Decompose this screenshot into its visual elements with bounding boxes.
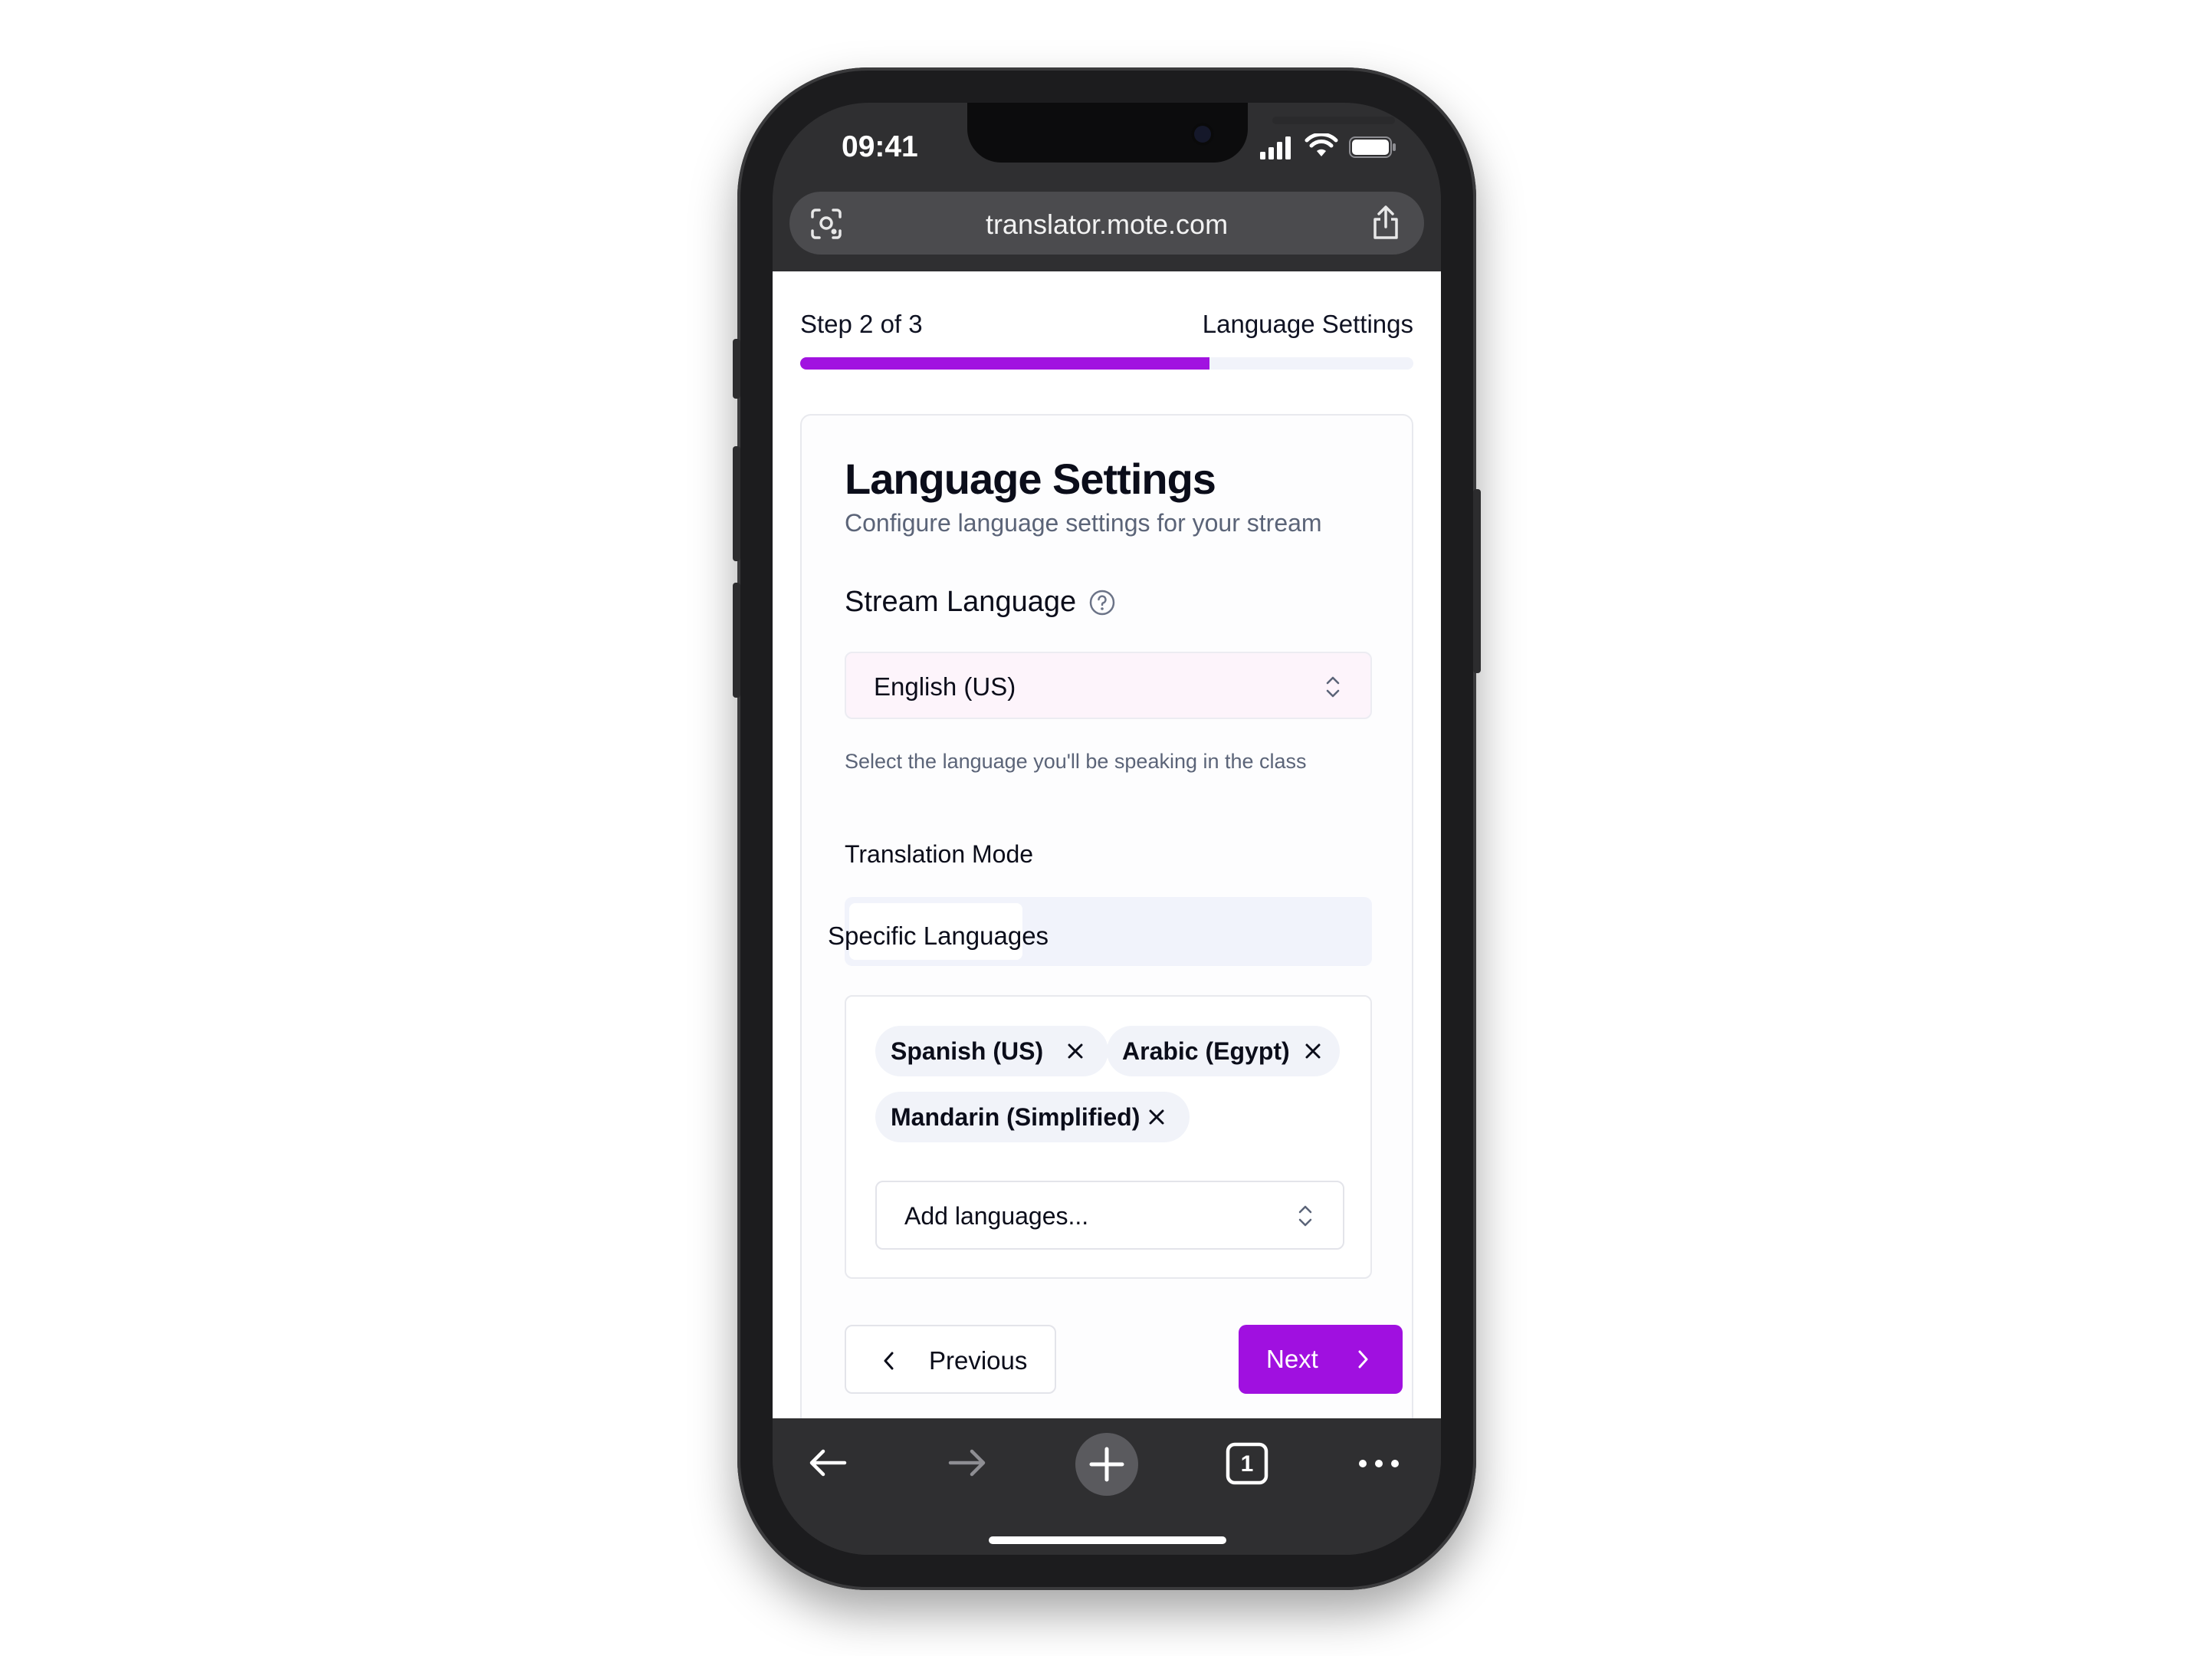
web-content: Step 2 of 3 Language Settings Language S… (773, 271, 1441, 1487)
power-button (1473, 489, 1481, 673)
add-languages-select[interactable]: Add languages... (875, 1181, 1344, 1250)
chip-label: Spanish (US) (891, 1037, 1044, 1065)
tabs-icon[interactable]: 1 (1225, 1441, 1269, 1486)
plus-icon[interactable] (1075, 1432, 1139, 1497)
phone-frame: 09:41 translator.mote.com Step 2 of 3 La… (733, 67, 1481, 1590)
stream-language-select[interactable]: English (US) (845, 652, 1372, 719)
front-camera (1191, 123, 1214, 146)
help-circle-icon[interactable] (1088, 589, 1116, 616)
share-icon[interactable] (1370, 204, 1401, 241)
more-icon[interactable] (1357, 1452, 1401, 1475)
home-indicator (989, 1536, 1226, 1544)
add-languages-placeholder: Add languages... (904, 1202, 1089, 1230)
arrow-left-icon[interactable] (805, 1440, 851, 1486)
stream-language-label: Stream Language (845, 586, 1077, 618)
language-chip: Spanish (US) (875, 1026, 1108, 1076)
stream-language-helper: Select the language you'll be speaking i… (845, 750, 1307, 773)
arrow-right-icon[interactable] (944, 1440, 990, 1486)
language-chip: Mandarin (Simplified) (875, 1092, 1190, 1142)
x-icon[interactable] (1303, 1041, 1323, 1061)
translation-mode-toggle: Specific Languages (828, 897, 1372, 966)
chevron-right-icon (1358, 1350, 1368, 1368)
language-chip: Arabic (Egypt) (1107, 1026, 1340, 1076)
progress-bar (800, 357, 1413, 370)
tab-count: 1 (1240, 1451, 1254, 1477)
stage: 09:41 translator.mote.com Step 2 of 3 La… (0, 0, 2212, 1656)
stream-language-value: English (US) (874, 672, 1016, 701)
speaker-grille (1272, 117, 1395, 124)
chip-label: Mandarin (Simplified) (891, 1103, 1140, 1131)
wifi-icon (1305, 133, 1338, 156)
translation-mode-label: Translation Mode (845, 840, 1034, 868)
address-bar[interactable]: translator.mote.com (789, 192, 1424, 255)
battery-icon (1349, 136, 1396, 158)
mode-option-label: Specific Languages (828, 922, 1049, 950)
next-button[interactable]: Next (1239, 1325, 1403, 1394)
card-title: Language Settings (845, 455, 1216, 503)
mute-switch (733, 339, 740, 399)
chevron-left-icon (884, 1352, 894, 1370)
phone-screen: 09:41 translator.mote.com Step 2 of 3 La… (773, 103, 1441, 1555)
chip-label: Arabic (Egypt) (1122, 1037, 1290, 1065)
signal-icon (1260, 136, 1291, 159)
next-label: Next (1266, 1345, 1318, 1373)
mode-option-specific-languages[interactable]: Specific Languages (828, 903, 1049, 960)
notch (967, 103, 1395, 163)
progress-fill (800, 357, 1209, 370)
browser-toolbar: 1 (773, 1418, 1441, 1555)
settings-card: Language Settings Configure language set… (800, 414, 1413, 1487)
languages-box: Spanish (US) Arabic (Egypt) Mandarin (Si… (845, 995, 1372, 1279)
volume-up-button (733, 446, 740, 561)
chevron-up-down-icon (1326, 676, 1340, 698)
x-icon[interactable] (1065, 1041, 1085, 1061)
step-title: Language Settings (1202, 310, 1413, 338)
x-icon[interactable] (1147, 1107, 1167, 1127)
card-subtitle: Configure language settings for your str… (845, 509, 1322, 537)
chevron-up-down-icon (1298, 1205, 1312, 1227)
status-time: 09:41 (842, 130, 918, 163)
volume-down-button (733, 583, 740, 698)
previous-label: Previous (929, 1346, 1028, 1375)
step-indicator: Step 2 of 3 (800, 310, 923, 338)
url-text: translator.mote.com (985, 209, 1229, 240)
previous-button[interactable]: Previous (845, 1325, 1056, 1394)
